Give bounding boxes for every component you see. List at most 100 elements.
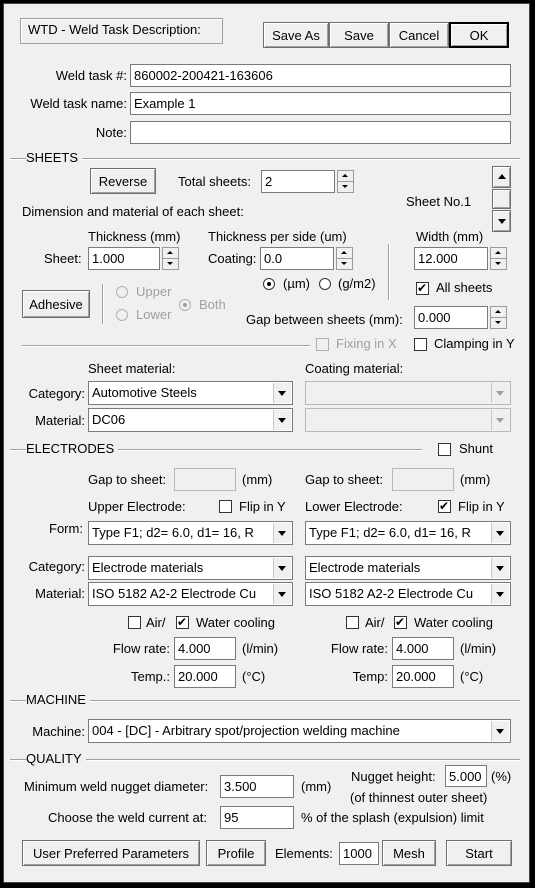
- note-label: Note:: [95, 125, 127, 140]
- weld-current-input[interactable]: [220, 806, 294, 829]
- nugget-diameter-input[interactable]: [220, 775, 294, 798]
- gap-between-sheets-input[interactable]: [414, 306, 488, 329]
- sheet-material-select[interactable]: DC06: [88, 408, 293, 432]
- upper-form-select[interactable]: Type F1; d2= 6.0, d1= 16, R: [88, 521, 293, 545]
- adhesive-both-radio[interactable]: [179, 299, 191, 311]
- unit-gm2-radio[interactable]: [319, 278, 331, 290]
- upper-air-label: Air/: [146, 615, 166, 630]
- clamping-in-y-checkbox[interactable]: [414, 338, 427, 351]
- lower-flip-y-checkbox[interactable]: [438, 498, 451, 514]
- sheet-scroll-thumb[interactable]: [492, 189, 511, 209]
- lower-air-checkbox[interactable]: [346, 616, 359, 629]
- total-sheets-spinner[interactable]: [337, 170, 354, 193]
- lower-category-select[interactable]: Electrode materials: [305, 556, 511, 580]
- mesh-button[interactable]: Mesh: [382, 840, 436, 866]
- adhesive-both-label: Both: [199, 297, 226, 312]
- sheets-section-title: SHEETS: [26, 150, 83, 166]
- weld-current-note: % of the splash (expulsion) limit: [301, 810, 484, 825]
- coating-thickness-header: Thickness per side (um): [208, 229, 347, 244]
- gap-between-sheets-label: Gap between sheets (mm):: [246, 312, 403, 327]
- total-sheets-label: Total sheets:: [178, 174, 251, 189]
- quality-section-title: QUALITY: [26, 751, 86, 767]
- nugget-height-input[interactable]: [445, 765, 487, 787]
- upper-water-label: Water cooling: [196, 615, 275, 630]
- lower-material-select[interactable]: ISO 5182 A2-2 Electrode Cu: [305, 582, 511, 606]
- thickness-spinner[interactable]: [162, 247, 179, 270]
- lower-water-label: Water cooling: [414, 615, 493, 630]
- quality-divider: [10, 759, 520, 761]
- save-button[interactable]: Save: [329, 22, 389, 48]
- lower-temp-input[interactable]: [392, 665, 454, 688]
- user-preferred-parameters-button[interactable]: User Preferred Parameters: [22, 840, 200, 866]
- sheets-inner-divider: [22, 345, 310, 347]
- coating-thickness-input[interactable]: [260, 247, 334, 270]
- upper-flip-y-checkbox[interactable]: [219, 500, 232, 513]
- lower-form-select[interactable]: Type F1; d2= 6.0, d1= 16, R: [305, 521, 511, 545]
- shunt-label: Shunt: [459, 441, 493, 456]
- upper-temp-input[interactable]: [174, 665, 236, 688]
- lower-gap-input[interactable]: [392, 468, 454, 491]
- lower-flow-input[interactable]: [392, 637, 454, 660]
- thickness-input[interactable]: [88, 247, 160, 270]
- fixing-in-x-label: Fixing in X: [336, 336, 397, 351]
- upper-gap-unit: (mm): [242, 472, 273, 487]
- adhesive-separator: [102, 284, 104, 324]
- dimension-material-label: Dimension and material of each sheet:: [22, 204, 244, 219]
- adhesive-upper-radio[interactable]: [116, 286, 128, 298]
- adhesive-upper-label: Upper: [136, 284, 172, 299]
- width-spinner[interactable]: [490, 247, 507, 270]
- elements-label: Elements:: [275, 846, 333, 861]
- cancel-button[interactable]: Cancel: [389, 22, 449, 48]
- profile-button[interactable]: Profile: [206, 840, 266, 866]
- all-sheets-checkbox[interactable]: [416, 280, 429, 296]
- start-button[interactable]: Start: [446, 840, 512, 866]
- width-input[interactable]: [414, 247, 488, 270]
- lower-electrode-header: Lower Electrode:: [305, 499, 403, 514]
- machine-select[interactable]: 004 - [DC] - Arbitrary spot/projection w…: [88, 719, 511, 743]
- electrode-category-label: Category:: [28, 559, 85, 574]
- nugget-height-unit: (%): [491, 769, 512, 784]
- width-header: Width (mm): [416, 229, 484, 244]
- note-input[interactable]: [130, 121, 511, 144]
- save-as-button[interactable]: Save As: [263, 22, 329, 48]
- sheet-scroll-down-button[interactable]: [492, 210, 511, 232]
- width-separator: [388, 244, 390, 300]
- upper-temp-label: Temp.:: [130, 669, 170, 684]
- lower-temp-label: Temp:: [352, 669, 388, 684]
- reverse-button[interactable]: Reverse: [90, 168, 156, 194]
- adhesive-button[interactable]: Adhesive: [22, 290, 90, 318]
- sheet-scroll-up-button[interactable]: [492, 166, 511, 188]
- shunt-checkbox[interactable]: [438, 443, 451, 456]
- upper-flip-y-label: Flip in Y: [239, 499, 286, 514]
- unit-um-radio[interactable]: [263, 278, 275, 290]
- gap-between-sheets-spinner[interactable]: [490, 306, 507, 329]
- weld-task-number-input[interactable]: [130, 64, 511, 87]
- upper-material-select[interactable]: ISO 5182 A2-2 Electrode Cu: [88, 582, 293, 606]
- total-sheets-input[interactable]: [261, 170, 335, 193]
- upper-water-checkbox[interactable]: [176, 614, 189, 630]
- adhesive-lower-radio[interactable]: [116, 309, 128, 321]
- upper-gap-input[interactable]: [174, 468, 236, 491]
- sheet-category-label: Category:: [28, 386, 85, 401]
- machine-section-title: MACHINE: [26, 692, 90, 708]
- sheet-label: Sheet:: [44, 251, 82, 266]
- coating-category-select[interactable]: [305, 381, 511, 405]
- sheets-divider: [10, 158, 520, 160]
- upper-category-select[interactable]: Electrode materials: [88, 556, 293, 580]
- coating-material-select[interactable]: [305, 408, 511, 432]
- weld-current-label: Choose the weld current at:: [48, 810, 207, 825]
- upper-electrode-header: Upper Electrode:: [88, 499, 186, 514]
- electrode-material-label: Material:: [35, 586, 85, 601]
- coating-thickness-spinner[interactable]: [336, 247, 353, 270]
- lower-gap-unit: (mm): [460, 472, 491, 487]
- lower-water-checkbox[interactable]: [394, 614, 407, 630]
- sheet-category-select[interactable]: Automotive Steels: [88, 381, 293, 405]
- adhesive-lower-label: Lower: [136, 307, 172, 322]
- weld-task-name-input[interactable]: [130, 92, 511, 115]
- upper-flow-input[interactable]: [174, 637, 236, 660]
- elements-input[interactable]: [339, 842, 379, 865]
- fixing-in-x-checkbox[interactable]: [316, 338, 329, 351]
- upper-air-checkbox[interactable]: [128, 616, 141, 629]
- ok-button[interactable]: OK: [449, 22, 509, 48]
- weld-task-number-label: Weld task #:: [55, 68, 127, 83]
